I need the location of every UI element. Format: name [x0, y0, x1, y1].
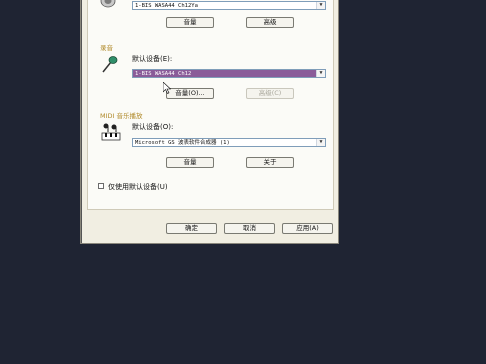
- recording-advanced-button[interactable]: 高级(C): [246, 88, 294, 99]
- microphone-icon: [102, 56, 118, 73]
- recording-default-device-label: 默认设备(E):: [132, 55, 173, 63]
- midi-device-value: Microsoft GS 波表软件合成器 (1): [135, 140, 230, 146]
- recording-device-value: 1-BIS WASA44 Ch12: [135, 71, 192, 77]
- apply-button[interactable]: 应用(A): [282, 223, 333, 234]
- midi-group-title: MIDI 音乐播放: [100, 112, 143, 120]
- midi-volume-button[interactable]: 音量: [166, 157, 214, 168]
- chevron-down-icon[interactable]: ▼: [316, 139, 325, 146]
- chevron-down-icon[interactable]: ▼: [316, 70, 325, 77]
- recording-device-select[interactable]: 1-BIS WASA44 Ch12 ▼: [132, 69, 326, 78]
- audio-tab-panel: 1-BIS WASA44 Ch12Ya ▼ 音量 高级 录音 默认设备(E): …: [87, 0, 334, 210]
- mouse-cursor-icon: [163, 82, 171, 94]
- playback-device-value: 1-BIS WASA44 Ch12Ya: [135, 3, 198, 9]
- only-default-label: 仅使用默认设备(U): [108, 183, 168, 191]
- midi-default-device-label: 默认设备(O):: [132, 123, 174, 131]
- ok-button[interactable]: 确定: [166, 223, 217, 234]
- cancel-button[interactable]: 取消: [224, 223, 275, 234]
- speaker-icon: [100, 0, 116, 8]
- playback-device-select[interactable]: 1-BIS WASA44 Ch12Ya ▼: [132, 1, 326, 10]
- playback-volume-button[interactable]: 音量: [166, 17, 214, 28]
- midi-device-select[interactable]: Microsoft GS 波表软件合成器 (1) ▼: [132, 138, 326, 147]
- midi-about-button[interactable]: 关于: [246, 157, 294, 168]
- only-default-checkbox[interactable]: [98, 183, 104, 189]
- recording-volume-button[interactable]: 音量(O)...: [166, 88, 214, 99]
- recording-group-title: 录音: [100, 44, 113, 52]
- playback-advanced-button[interactable]: 高级: [246, 17, 294, 28]
- chevron-down-icon[interactable]: ▼: [316, 2, 325, 9]
- sound-dialog: 1-BIS WASA44 Ch12Ya ▼ 音量 高级 录音 默认设备(E): …: [80, 0, 339, 244]
- midi-keyboard-icon: [101, 123, 121, 141]
